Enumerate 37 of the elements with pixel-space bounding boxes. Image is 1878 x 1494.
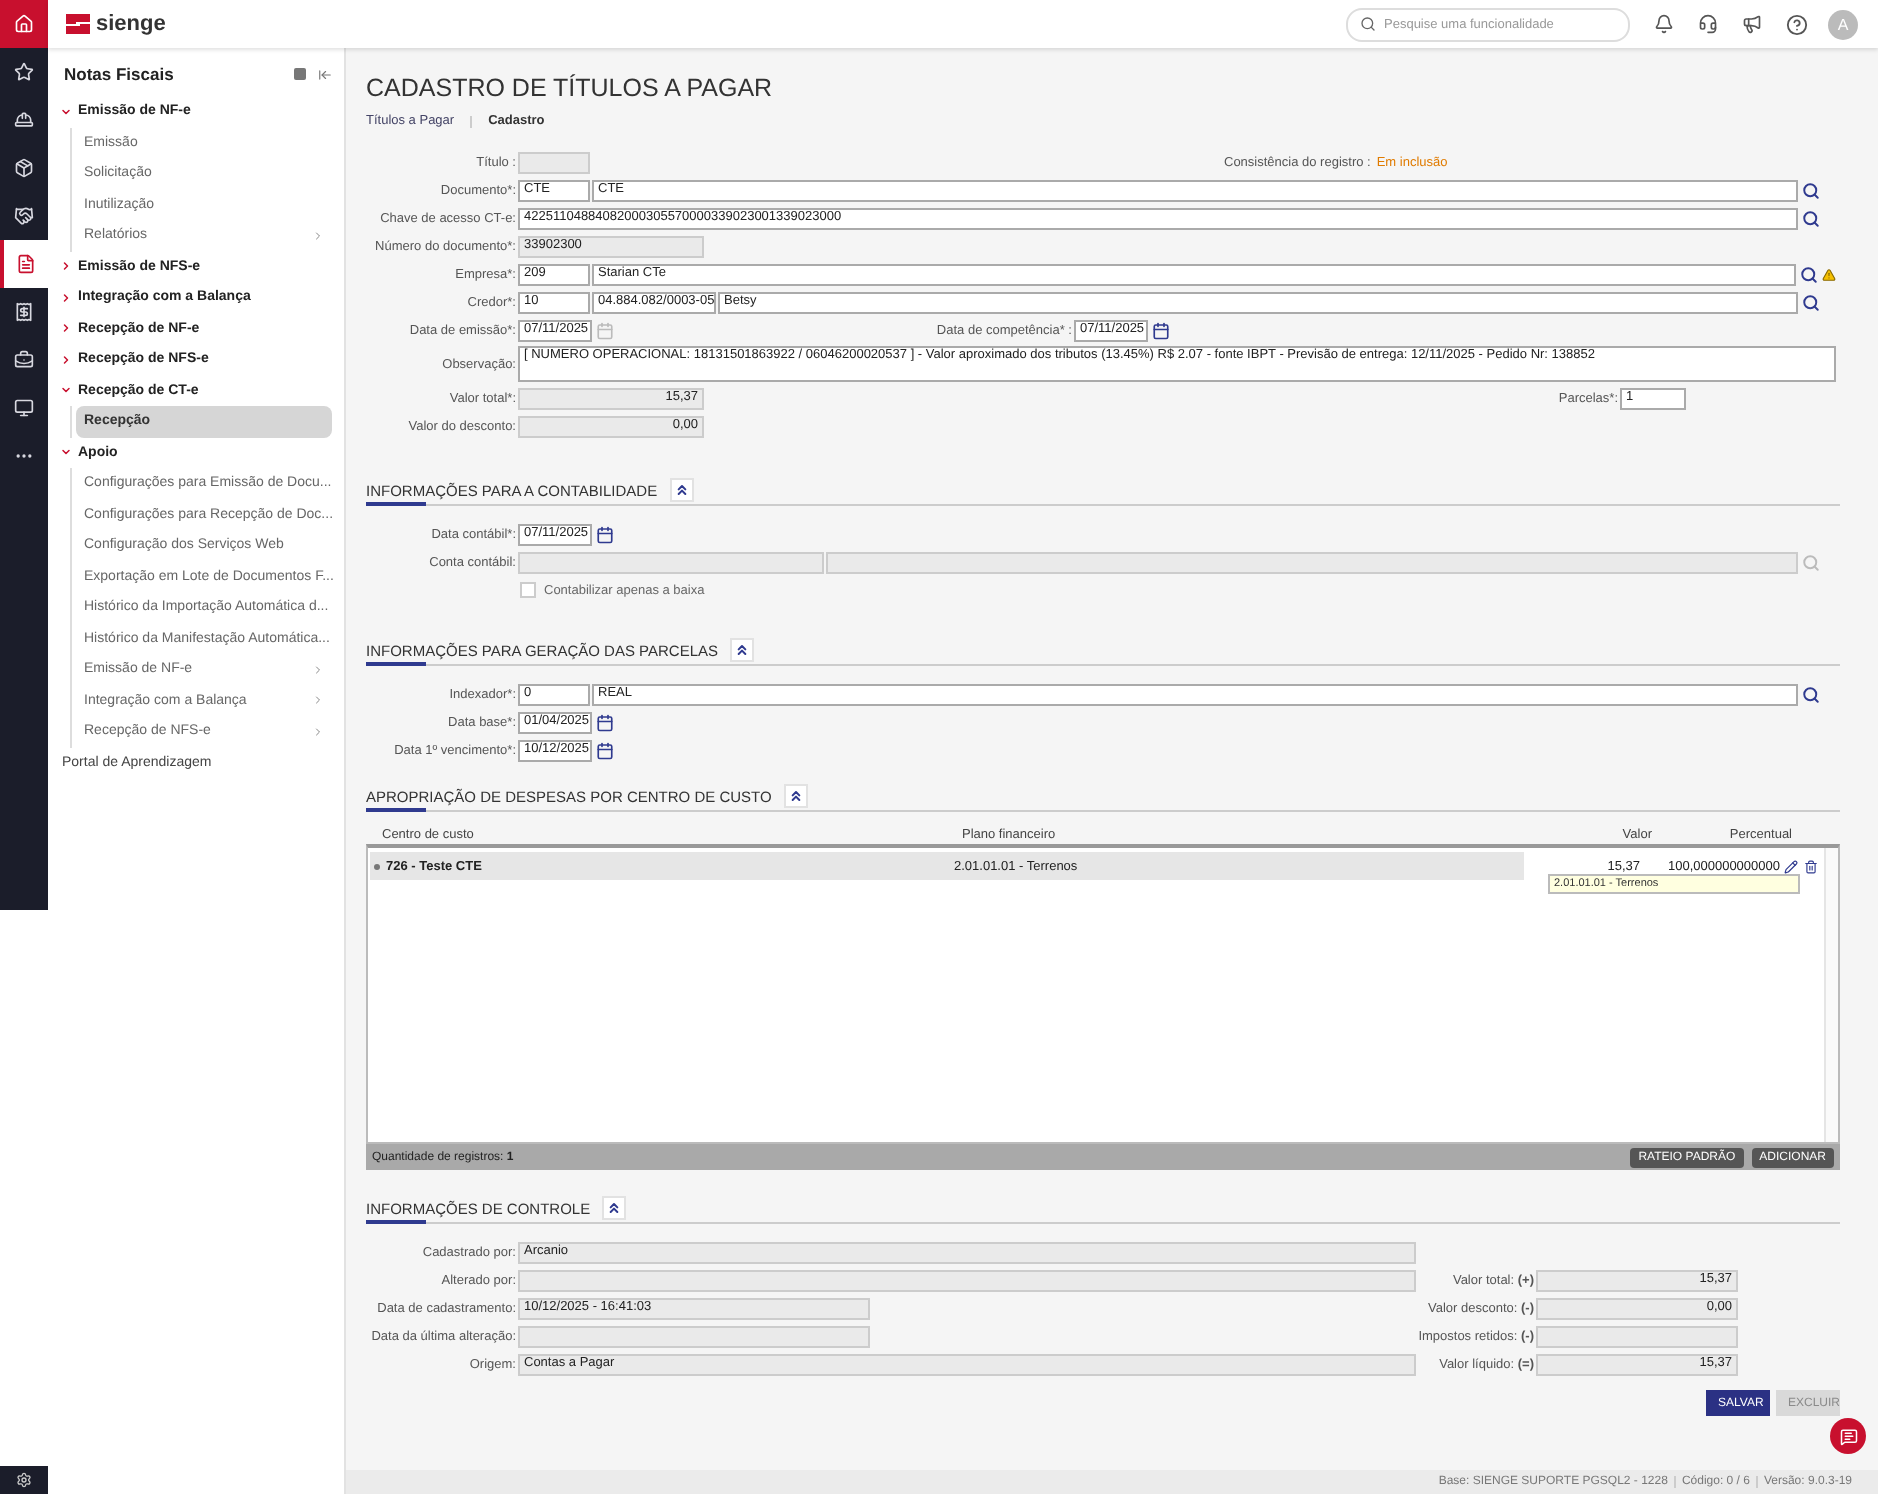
collapse-icon[interactable] — [783, 784, 808, 808]
search-icon[interactable] — [1800, 685, 1822, 703]
input-field[interactable] — [518, 151, 590, 173]
input-field[interactable] — [826, 551, 1798, 573]
calendar-icon[interactable] — [1150, 321, 1172, 339]
collapse-icon[interactable] — [669, 478, 694, 502]
logo-icon — [64, 12, 92, 36]
search-icon[interactable] — [1800, 209, 1822, 227]
edit-icon[interactable] — [1784, 859, 1798, 873]
input-field[interactable] — [518, 1325, 870, 1347]
settings-icon[interactable] — [0, 1466, 48, 1494]
document-icon[interactable] — [0, 240, 48, 288]
collapse-icon[interactable] — [602, 1196, 627, 1220]
search-icon[interactable] — [1800, 181, 1822, 199]
help-icon[interactable] — [1786, 13, 1808, 35]
headset-icon[interactable] — [1698, 14, 1718, 34]
delete-icon[interactable] — [1804, 859, 1818, 873]
calendar-icon[interactable] — [594, 741, 616, 759]
search-icon — [1360, 16, 1376, 32]
calendar-icon[interactable] — [594, 713, 616, 731]
input-field[interactable] — [518, 551, 824, 573]
collapse-sidebar-icon[interactable] — [318, 67, 332, 81]
brand-name: sienge — [96, 12, 166, 36]
input-field[interactable] — [518, 1269, 1416, 1291]
collapse-icon[interactable] — [730, 638, 755, 662]
minimize-icon[interactable] — [294, 68, 306, 80]
sidebar-title: Notas Fiscais — [64, 64, 174, 84]
search-icon[interactable] — [1800, 293, 1822, 311]
calendar-icon[interactable] — [594, 525, 616, 543]
search-icon[interactable] — [1798, 265, 1820, 283]
bell-icon[interactable] — [1654, 14, 1674, 34]
page-title: CADASTRO DE TÍTULOS A PAGAR — [366, 74, 775, 102]
scrollbar[interactable] — [1824, 848, 1838, 1142]
home-icon[interactable] — [0, 0, 48, 48]
input-field[interactable] — [1536, 1325, 1738, 1347]
megaphone-icon[interactable] — [1742, 14, 1762, 34]
chat-icon[interactable] — [1830, 1418, 1866, 1454]
